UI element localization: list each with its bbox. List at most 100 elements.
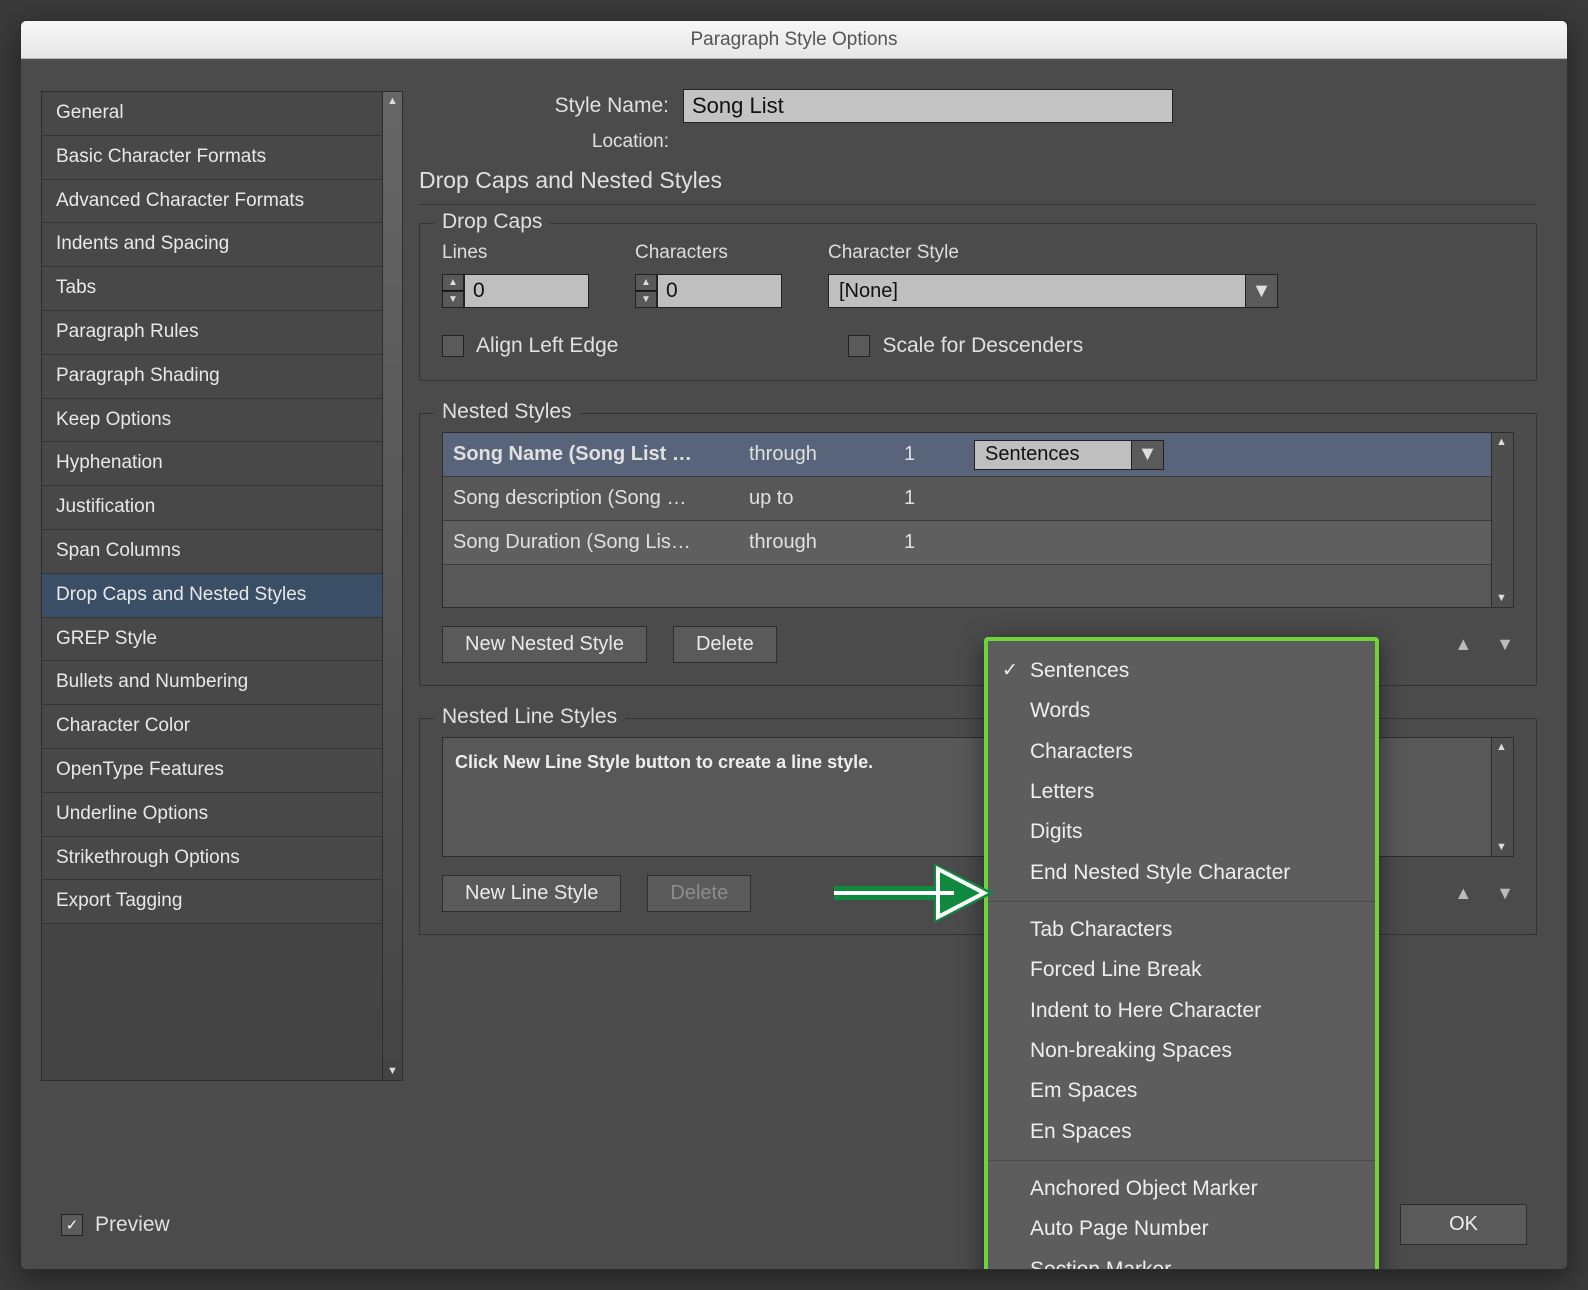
sidebar-item[interactable]: Paragraph Rules: [42, 311, 382, 355]
dropdown-item[interactable]: Digits: [988, 812, 1375, 852]
sidebar-item[interactable]: Underline Options: [42, 793, 382, 837]
sidebar-item[interactable]: Indents and Spacing: [42, 223, 382, 267]
dropdown-item[interactable]: Letters: [988, 772, 1375, 812]
dropdown-item[interactable]: Tab Characters: [988, 910, 1375, 950]
dropdown-item[interactable]: Anchored Object Marker: [988, 1169, 1375, 1209]
chevron-down-icon[interactable]: ▼: [1131, 441, 1163, 469]
sidebar-scrollbar[interactable]: ▲ ▼: [382, 92, 402, 1080]
sidebar-item[interactable]: Tabs: [42, 267, 382, 311]
dropdown-item[interactable]: En Spaces: [988, 1112, 1375, 1152]
nested-style-name: Song description (Song …: [443, 487, 743, 510]
scroll-up-icon[interactable]: ▲: [1496, 436, 1507, 448]
dropdown-item[interactable]: Indent to Here Character: [988, 991, 1375, 1031]
checkbox-icon: [442, 335, 464, 357]
scroll-down-icon[interactable]: ▼: [387, 1065, 398, 1077]
nested-styles-legend: Nested Styles: [434, 400, 580, 424]
scroll-up-icon[interactable]: ▲: [387, 95, 398, 107]
charstyle-label: Character Style: [828, 242, 1514, 264]
style-name-input[interactable]: [683, 89, 1173, 123]
dropdown-item-label: Letters: [1030, 778, 1094, 806]
preview-checkbox[interactable]: ✓ Preview: [61, 1213, 170, 1237]
dropdown-item-label: Characters: [1030, 738, 1133, 766]
dialog-window: Paragraph Style Options GeneralBasic Cha…: [20, 20, 1568, 1270]
move-down-icon[interactable]: ▼: [1496, 883, 1514, 904]
lines-up-icon[interactable]: ▲: [442, 274, 464, 291]
scroll-up-icon[interactable]: ▲: [1496, 741, 1507, 753]
characters-input[interactable]: [657, 274, 782, 308]
sidebar-item[interactable]: OpenType Features: [42, 749, 382, 793]
delete-nested-style-button[interactable]: Delete: [673, 626, 777, 663]
nested-style-count[interactable]: 1: [898, 443, 968, 466]
nested-styles-scrollbar[interactable]: ▲ ▼: [1491, 433, 1513, 607]
dropdown-item-label: Digits: [1030, 818, 1083, 846]
dropdown-item[interactable]: ✓Sentences: [988, 651, 1375, 691]
nested-line-styles-scrollbar[interactable]: ▲ ▼: [1491, 738, 1513, 856]
chars-down-icon[interactable]: ▼: [635, 291, 657, 308]
nested-style-row[interactable]: Song description (Song …up to1: [443, 477, 1491, 521]
nested-style-prep[interactable]: through: [743, 443, 898, 466]
nested-style-count[interactable]: 1: [898, 531, 968, 554]
sidebar-item[interactable]: Strikethrough Options: [42, 837, 382, 881]
scroll-down-icon[interactable]: ▼: [1496, 592, 1507, 604]
scroll-down-icon[interactable]: ▼: [1496, 841, 1507, 853]
drop-caps-group: Drop Caps Lines ▲ ▼ Characters: [419, 223, 1537, 381]
lines-spinner[interactable]: ▲ ▼: [442, 274, 589, 308]
nested-line-styles-legend: Nested Line Styles: [434, 705, 625, 729]
window-title: Paragraph Style Options: [690, 29, 897, 50]
new-nested-style-button[interactable]: New Nested Style: [442, 626, 647, 663]
sidebar-item[interactable]: Justification: [42, 486, 382, 530]
move-down-icon[interactable]: ▼: [1496, 634, 1514, 655]
charstyle-select[interactable]: [None] ▼: [828, 274, 1278, 308]
dropdown-item[interactable]: Section Marker: [988, 1250, 1375, 1270]
nested-style-prep[interactable]: through: [743, 531, 898, 554]
sidebar-item[interactable]: Basic Character Formats: [42, 136, 382, 180]
nested-styles-list: Song Name (Song List …through1Sentences▼…: [442, 432, 1514, 608]
dropdown-item[interactable]: Non-breaking Spaces: [988, 1031, 1375, 1071]
dropdown-item-label: Forced Line Break: [1030, 956, 1202, 984]
dropdown-item[interactable]: Em Spaces: [988, 1071, 1375, 1111]
dropdown-item[interactable]: Forced Line Break: [988, 950, 1375, 990]
nested-style-row[interactable]: Song Name (Song List …through1Sentences▼: [443, 433, 1491, 477]
location-label: Location:: [419, 131, 669, 153]
characters-spinner[interactable]: ▲ ▼: [635, 274, 782, 308]
sidebar-item[interactable]: GREP Style: [42, 618, 382, 662]
sidebar-item[interactable]: Bullets and Numbering: [42, 661, 382, 705]
nested-style-prep[interactable]: up to: [743, 487, 898, 510]
dropdown-item[interactable]: End Nested Style Character: [988, 853, 1375, 893]
nested-style-count[interactable]: 1: [898, 487, 968, 510]
scale-descenders-checkbox[interactable]: Scale for Descenders: [848, 334, 1083, 358]
chevron-down-icon[interactable]: ▼: [1245, 275, 1277, 307]
nested-style-unit-select[interactable]: Sentences▼: [974, 440, 1164, 470]
new-line-style-button[interactable]: New Line Style: [442, 875, 621, 912]
sidebar-item[interactable]: Keep Options: [42, 399, 382, 443]
scale-descenders-label: Scale for Descenders: [882, 334, 1083, 358]
sidebar-item[interactable]: Drop Caps and Nested Styles: [42, 574, 382, 618]
characters-field: Characters ▲ ▼: [635, 242, 782, 308]
move-up-icon[interactable]: ▲: [1454, 634, 1472, 655]
sidebar-item[interactable]: General: [42, 92, 382, 136]
sidebar-item[interactable]: Paragraph Shading: [42, 355, 382, 399]
lines-input[interactable]: [464, 274, 589, 308]
sidebar-item[interactable]: Character Color: [42, 705, 382, 749]
ok-button[interactable]: OK: [1400, 1204, 1527, 1245]
align-left-edge-checkbox[interactable]: Align Left Edge: [442, 334, 618, 358]
reorder-buttons: ▲ ▼: [1454, 634, 1514, 655]
dropdown-item-label: Tab Characters: [1030, 916, 1172, 944]
nested-style-row[interactable]: Song Duration (Song Lis…through1: [443, 521, 1491, 565]
unit-dropdown-menu[interactable]: ✓SentencesWords Characters Letters Digits En…: [984, 637, 1379, 1270]
dropdown-item-label: Em Spaces: [1030, 1077, 1137, 1105]
dropdown-item[interactable]: Characters: [988, 732, 1375, 772]
sidebar-item[interactable]: Hyphenation: [42, 442, 382, 486]
sidebar-item[interactable]: Span Columns: [42, 530, 382, 574]
sidebar-item[interactable]: Advanced Character Formats: [42, 180, 382, 224]
lines-down-icon[interactable]: ▼: [442, 291, 464, 308]
dropdown-item[interactable]: Auto Page Number: [988, 1209, 1375, 1249]
reorder-line-buttons: ▲ ▼: [1454, 883, 1514, 904]
dropdown-item-label: End Nested Style Character: [1030, 859, 1290, 887]
chars-up-icon[interactable]: ▲: [635, 274, 657, 291]
dropdown-item[interactable]: Words: [988, 691, 1375, 731]
drop-caps-fields: Lines ▲ ▼ Characters: [442, 242, 1514, 308]
style-name-row: Style Name:: [419, 89, 1537, 123]
sidebar-item[interactable]: Export Tagging: [42, 880, 382, 924]
move-up-icon[interactable]: ▲: [1454, 883, 1472, 904]
